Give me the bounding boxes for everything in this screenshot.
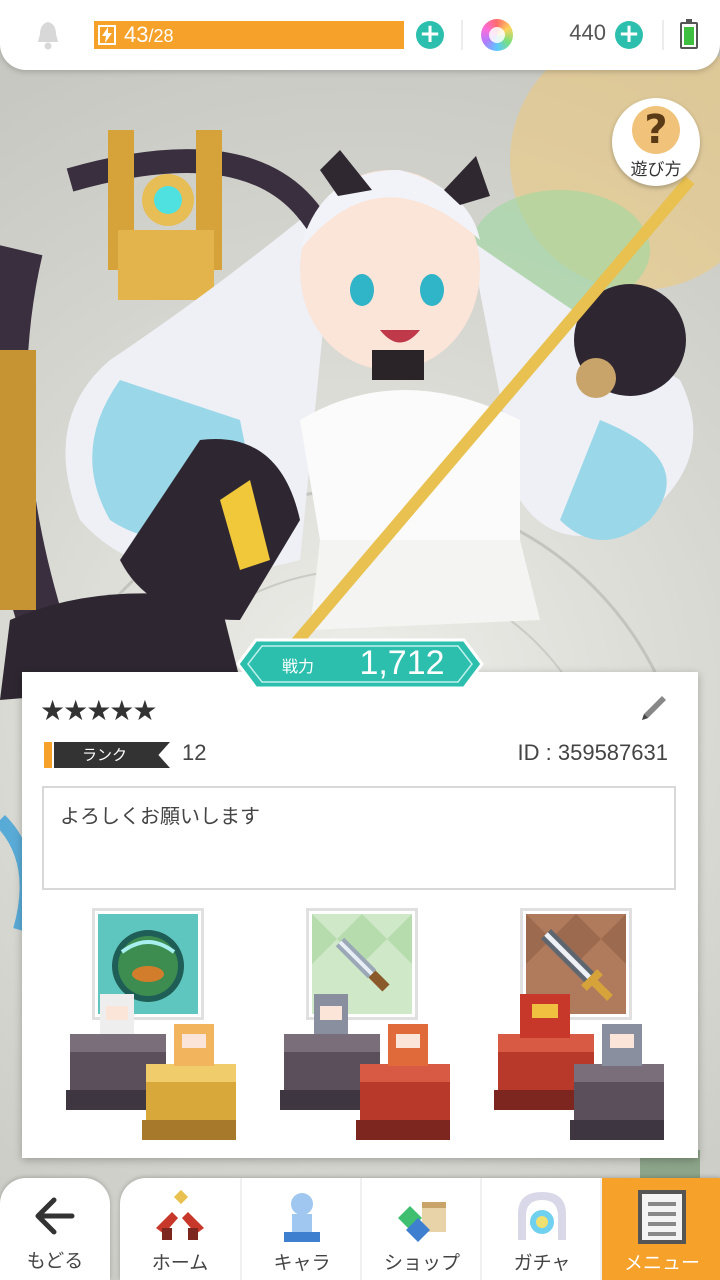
stamina-value: 43/28: [124, 22, 174, 47]
stamina-bar: 43/28: [94, 21, 404, 49]
battery-icon: [680, 19, 698, 49]
divider: [461, 20, 463, 50]
team-1-characters: [66, 994, 236, 1140]
nav-shop[interactable]: ショップ: [360, 1178, 480, 1280]
nav-home-label: ホーム: [151, 1252, 209, 1274]
home-icon: [156, 1189, 204, 1240]
nav-character[interactable]: キャラ: [240, 1178, 360, 1280]
nav-gacha-label: ガチャ: [513, 1252, 571, 1274]
divider: [662, 20, 664, 50]
menu-icon: [638, 1190, 686, 1244]
power-label: 戦力: [282, 657, 315, 676]
how-to-play-label: 遊び方: [630, 160, 682, 180]
rank-accent: [44, 742, 52, 768]
stamina-current: 43: [124, 22, 149, 47]
shop-icon: [398, 1202, 446, 1242]
bottom-nav: ホーム キャラ ショップ ガチャ メニュー: [120, 1178, 720, 1280]
player-id: ID : 359587631: [517, 740, 668, 765]
nav-menu-label: メニュー: [623, 1252, 700, 1274]
power-value: 1,712: [359, 644, 445, 682]
back-button[interactable]: もどる: [0, 1178, 110, 1280]
gacha-icon: [518, 1192, 566, 1240]
status-bar: 43/28 + 440 +: [0, 0, 720, 70]
rank-label: ランク: [54, 742, 170, 768]
nav-gacha[interactable]: ガチャ: [480, 1178, 600, 1280]
notification-bell-icon[interactable]: [34, 20, 62, 50]
team-3-characters: [494, 994, 664, 1140]
profile-comment[interactable]: よろしくお願いします: [42, 786, 676, 890]
gem-count: 440: [569, 20, 606, 45]
back-label: もどる: [26, 1250, 84, 1272]
stamina-max: 28: [153, 26, 174, 46]
team-slot-3[interactable]: [468, 908, 664, 1140]
combat-power-banner: 戦力 1,712: [236, 638, 484, 690]
team-slot-2[interactable]: [254, 908, 450, 1140]
lightning-icon: [98, 25, 116, 45]
star-rating: ★★★★★: [40, 694, 158, 727]
character-icon: [284, 1193, 320, 1242]
profile-card: ★★★★★ ランク 12 ID : 359587631 よろしくお願いします: [22, 672, 698, 1158]
team-slot-1[interactable]: [40, 908, 236, 1140]
nav-menu[interactable]: メニュー: [600, 1178, 720, 1280]
add-gems-button[interactable]: +: [615, 21, 643, 49]
add-stamina-button[interactable]: +: [416, 21, 444, 49]
nav-character-label: キャラ: [273, 1252, 331, 1274]
nav-home[interactable]: ホーム: [120, 1178, 240, 1280]
how-to-play-button[interactable]: ? 遊び方: [612, 98, 700, 186]
back-arrow-icon: [35, 1197, 75, 1235]
rank-value: 12: [182, 740, 207, 765]
nav-shop-label: ショップ: [383, 1252, 460, 1274]
gem-currency-icon: [481, 19, 513, 51]
rank-badge: ランク: [44, 742, 170, 768]
edit-pen-icon[interactable]: [638, 694, 668, 724]
question-mark-icon: ?: [632, 106, 680, 154]
team-2-characters: [280, 994, 450, 1140]
